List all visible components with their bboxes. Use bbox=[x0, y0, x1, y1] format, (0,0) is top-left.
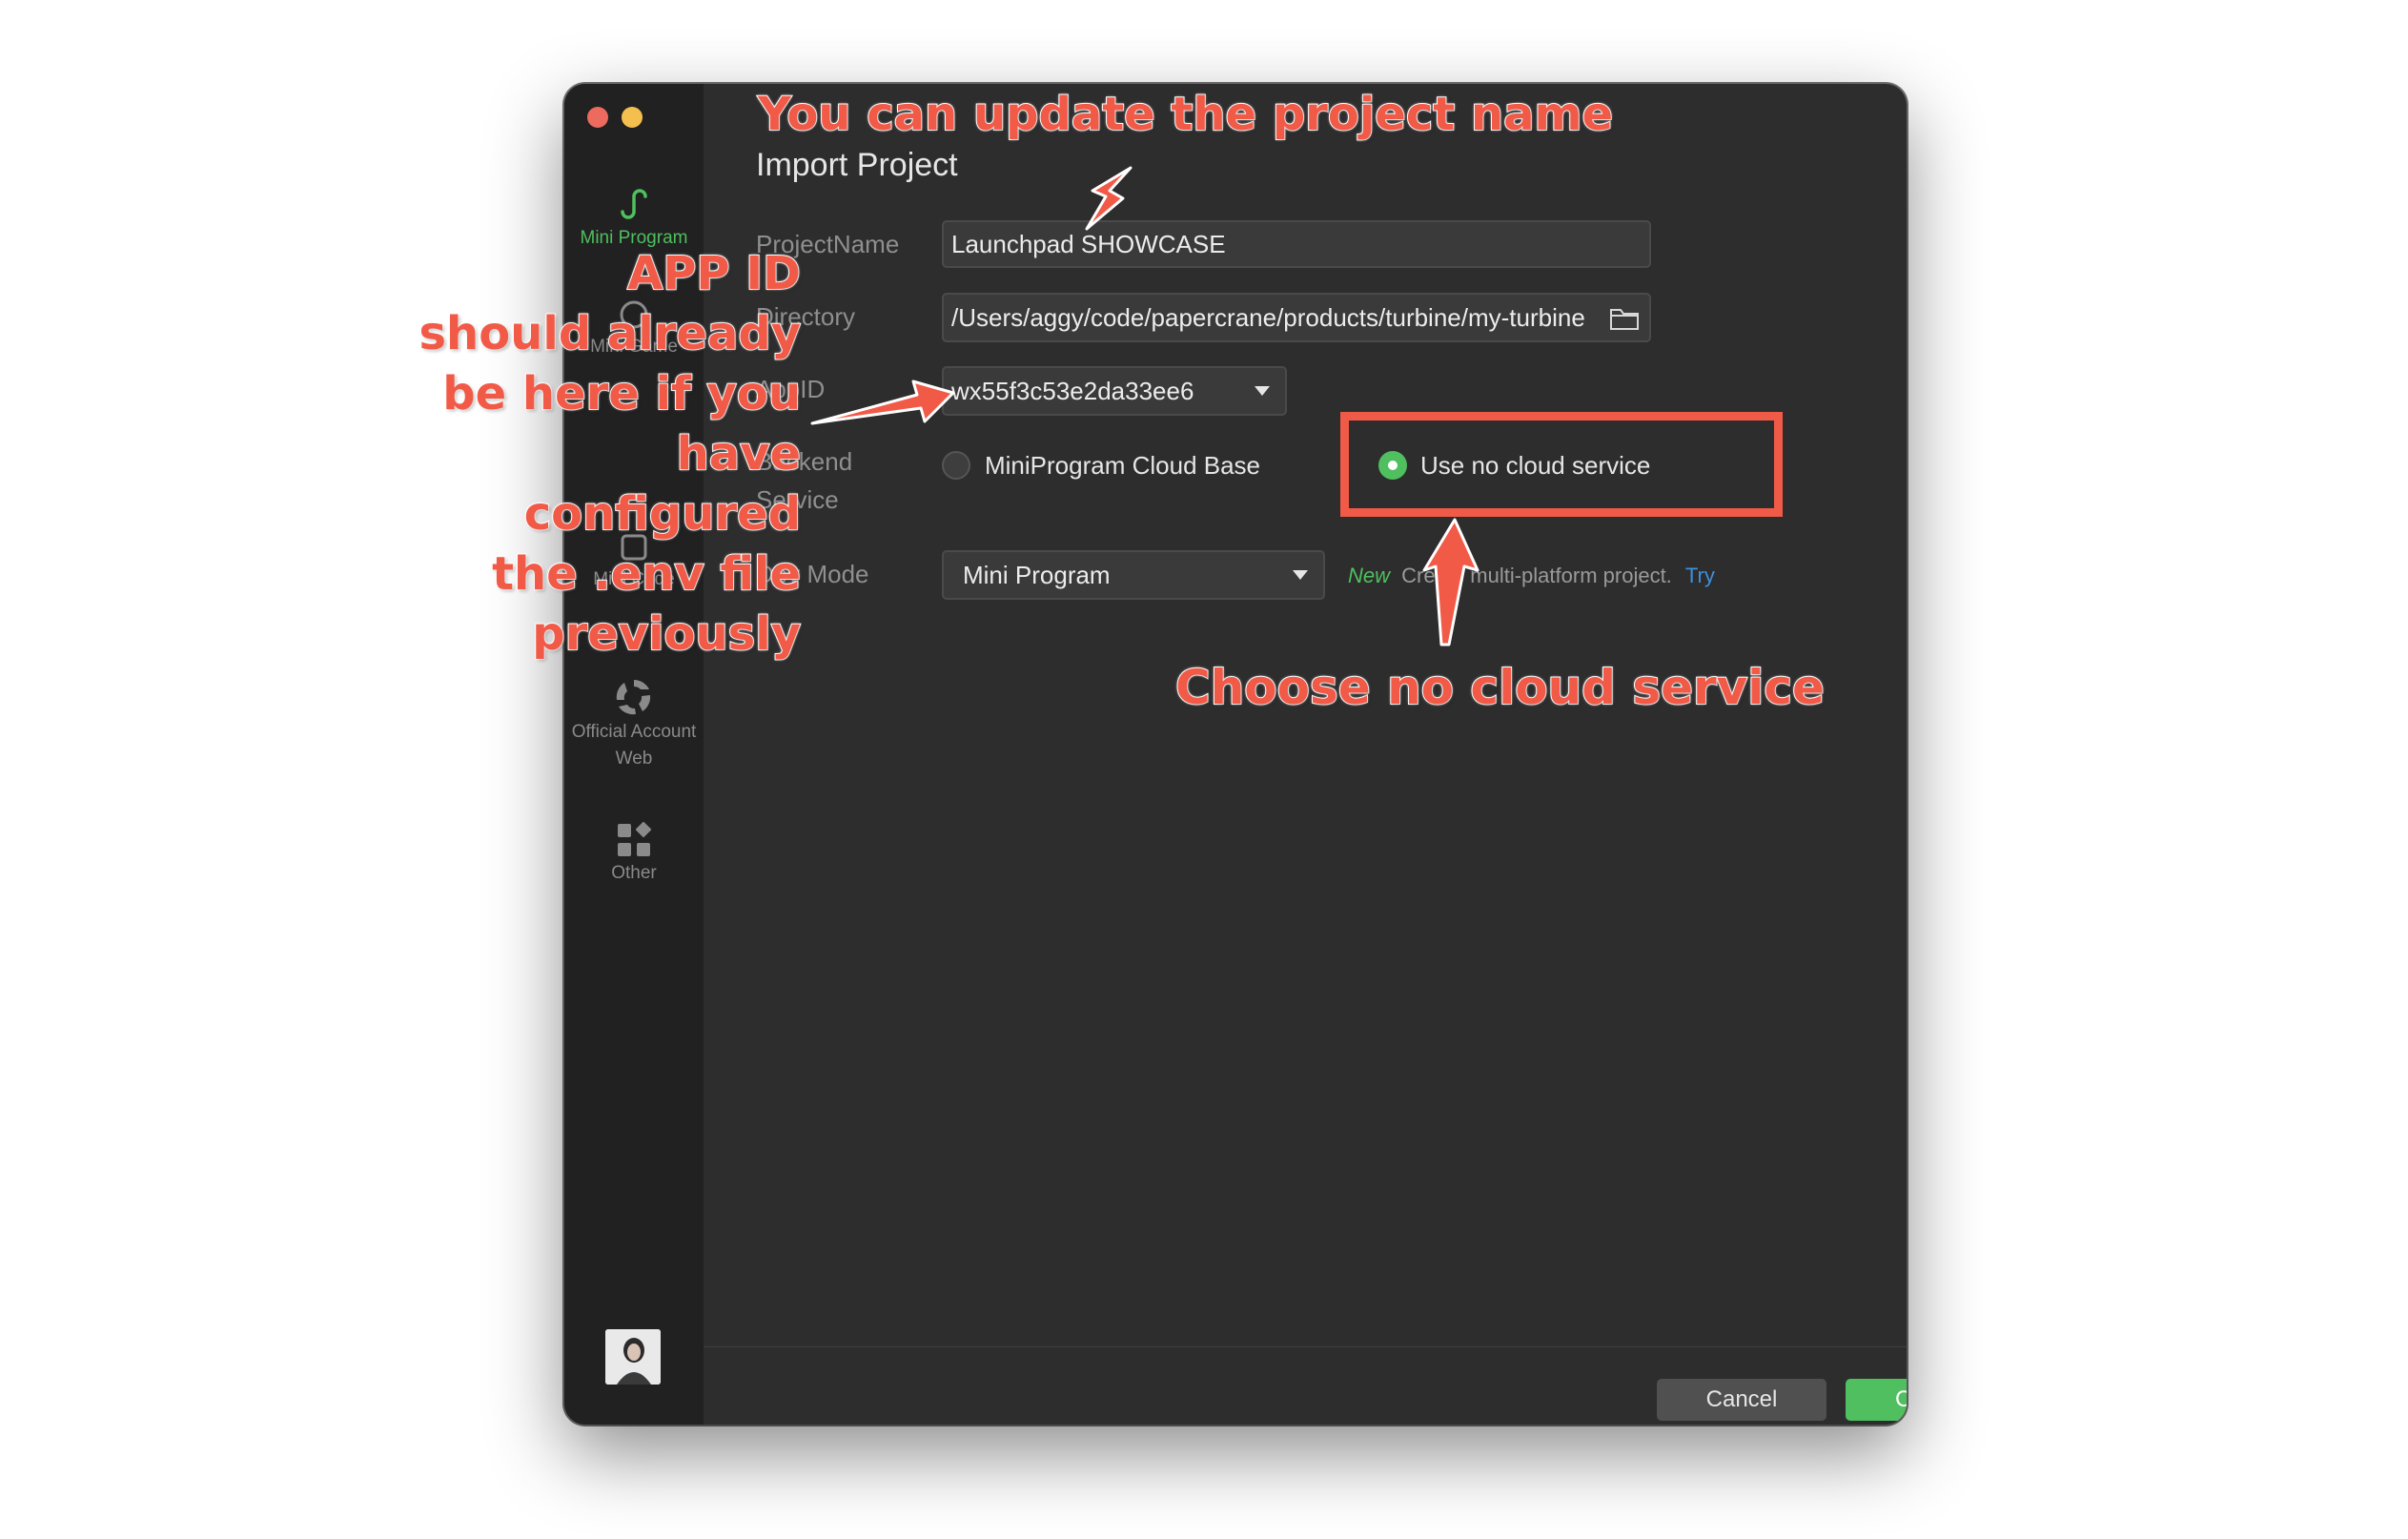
arrow-icon bbox=[1422, 518, 1479, 646]
arrow-icon bbox=[1085, 166, 1133, 231]
annotation-arrows bbox=[810, 166, 1479, 646]
arrow-icon bbox=[810, 380, 955, 425]
